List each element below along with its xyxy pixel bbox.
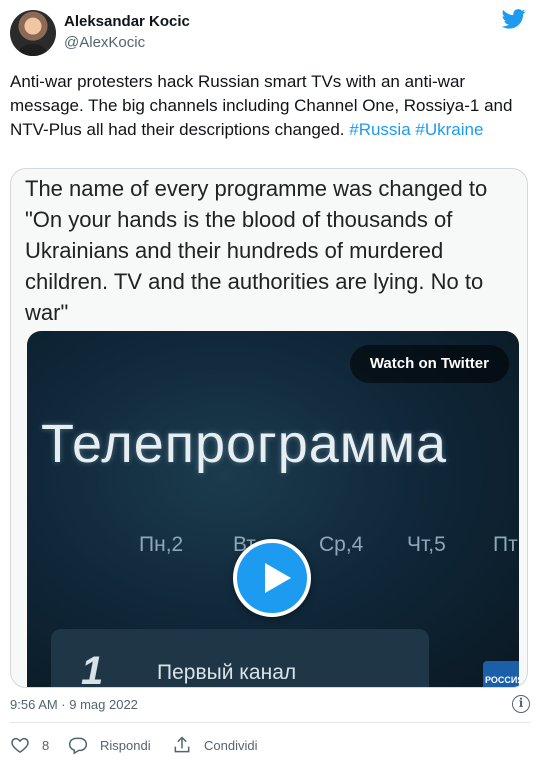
tv-side-badge: РОССИЯ: [485, 675, 519, 685]
divider: [10, 722, 530, 723]
share-label: Condividi: [204, 737, 258, 753]
tv-day: Чт,5: [407, 533, 446, 556]
twitter-bird-icon[interactable]: [502, 8, 526, 30]
tv-side-channel-logo: РОССИЯ: [483, 661, 519, 687]
tweet-header: Aleksandar Kocic @AlexKocic: [10, 8, 530, 56]
like-button[interactable]: 8: [10, 734, 49, 756]
like-count: 8: [42, 737, 50, 753]
reply-label: Rispondi: [100, 737, 151, 753]
tv-screen-title: Телепрограмма: [41, 414, 448, 474]
hashtag-russia[interactable]: #Russia: [349, 120, 410, 139]
share-icon: [174, 736, 190, 753]
author-handle[interactable]: @AlexKocic: [64, 34, 145, 51]
card-caption: The name of every programme was changed …: [25, 176, 488, 325]
author-name[interactable]: Aleksandar Kocic: [64, 13, 190, 30]
tweet-timestamp[interactable]: 9:56 AM · 9 mag 2022: [10, 697, 138, 712]
channel-one-logo: 1: [81, 649, 104, 688]
tv-channel-name: Первый канал: [157, 661, 297, 684]
media-card[interactable]: The name of every programme was changed …: [10, 168, 528, 688]
heart-icon: [11, 737, 29, 753]
play-icon[interactable]: [233, 539, 311, 617]
share-button[interactable]: Condividi: [172, 734, 257, 756]
tv-channel-row: 1 Первый канал: [51, 629, 429, 688]
video-player[interactable]: Watch on Twitter Телепрограмма Пн,2 Вт С…: [27, 331, 519, 688]
tv-day: Пн,2: [139, 533, 184, 556]
watch-on-twitter-button[interactable]: Watch on Twitter: [349, 345, 509, 383]
reply-button[interactable]: Rispondi: [68, 734, 151, 756]
tweet-text: Anti-war protesters hack Russian smart T…: [10, 70, 530, 142]
tweet: Aleksandar Kocic @AlexKocic Anti-war pro…: [0, 0, 544, 761]
reply-bubble-icon: [68, 737, 88, 755]
tv-day: Ср,4: [319, 533, 364, 556]
hashtag-ukraine[interactable]: #Ukraine: [415, 120, 483, 139]
info-icon[interactable]: i: [512, 695, 530, 713]
avatar[interactable]: [10, 10, 56, 56]
tv-day: Пт: [493, 533, 518, 556]
